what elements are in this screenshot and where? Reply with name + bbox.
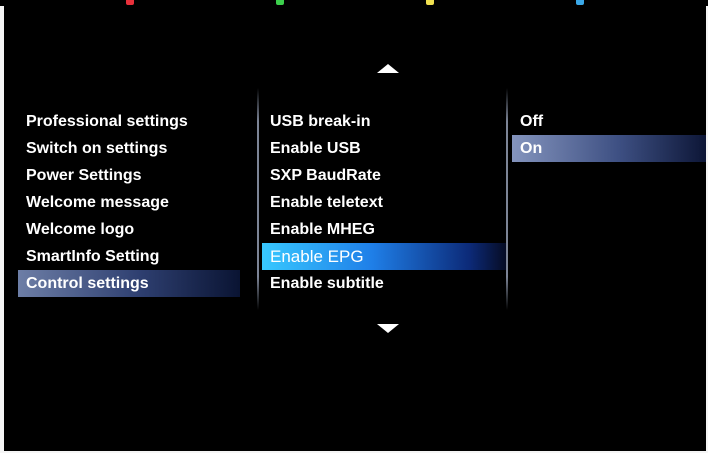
value-options-menu: Off On (512, 108, 706, 162)
tv-settings-screen: Professional settings Switch on settings… (4, 6, 706, 451)
menu-item-smartinfo-setting[interactable]: SmartInfo Setting (18, 243, 240, 270)
red-key-indicator (126, 0, 134, 5)
submenu-item-enable-teletext[interactable]: Enable teletext (262, 189, 506, 216)
menu-item-switch-on-settings[interactable]: Switch on settings (18, 135, 240, 162)
menu-item-professional-settings[interactable]: Professional settings (18, 108, 240, 135)
submenu-item-sxp-baudrate[interactable]: SXP BaudRate (262, 162, 506, 189)
yellow-key-indicator (426, 0, 434, 5)
submenu-item-enable-subtitle[interactable]: Enable subtitle (262, 270, 506, 297)
green-key-indicator (276, 0, 284, 5)
submenu-item-enable-epg[interactable]: Enable EPG (262, 243, 506, 270)
menu-item-welcome-logo[interactable]: Welcome logo (18, 216, 240, 243)
main-settings-menu: Professional settings Switch on settings… (18, 108, 240, 297)
column-divider-left (257, 88, 259, 310)
caret-down-icon[interactable] (377, 324, 399, 333)
option-off[interactable]: Off (512, 108, 706, 135)
control-settings-submenu: USB break-in Enable USB SXP BaudRate Ena… (262, 108, 506, 297)
option-on[interactable]: On (512, 135, 706, 162)
submenu-item-usb-break-in[interactable]: USB break-in (262, 108, 506, 135)
blue-key-indicator (576, 0, 584, 5)
submenu-item-enable-usb[interactable]: Enable USB (262, 135, 506, 162)
caret-up-icon[interactable] (377, 64, 399, 73)
menu-item-welcome-message[interactable]: Welcome message (18, 189, 240, 216)
submenu-item-enable-mheg[interactable]: Enable MHEG (262, 216, 506, 243)
menu-item-control-settings[interactable]: Control settings (18, 270, 240, 297)
menu-item-power-settings[interactable]: Power Settings (18, 162, 240, 189)
column-divider-right (506, 88, 508, 310)
